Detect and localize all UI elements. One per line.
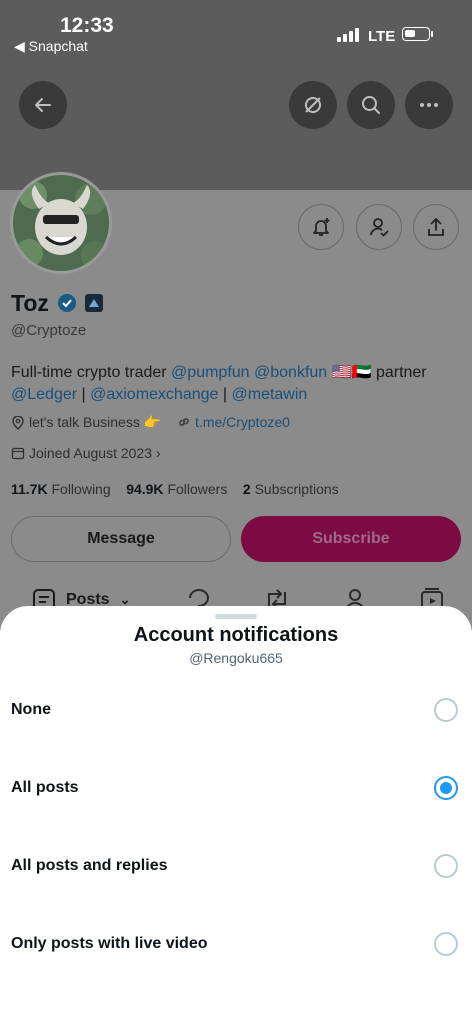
more-icon (420, 103, 438, 107)
followers-link[interactable]: 94.9K Followers (126, 481, 227, 497)
back-to-snapchat[interactable]: ◀ Snapchat (14, 38, 88, 55)
bio-mention-axiomexchange[interactable]: @axiomexchange (90, 386, 218, 403)
network-label: LTE (368, 28, 396, 45)
option-label: Only posts with live video (11, 935, 208, 952)
profile-location: let's talk Business 👉 (11, 414, 161, 431)
bio-separator: | (77, 386, 91, 403)
option-none[interactable]: None (0, 671, 472, 749)
profile-bio: Full-time crypto trader @pumpfun @bonkfu… (11, 362, 461, 406)
profile-stats: 11.7K Following 94.9K Followers 2 Subscr… (11, 481, 339, 497)
profile-joined[interactable]: Joined August 2023 › (11, 445, 161, 461)
following-link[interactable]: 11.7K Following (11, 481, 111, 497)
option-label: None (11, 701, 51, 718)
radio-unselected-icon[interactable] (434, 854, 458, 878)
follow-status-button[interactable] (356, 204, 402, 250)
bio-flags: 🇺🇸🇦🇪 partner (327, 364, 427, 381)
arrow-left-icon (35, 98, 51, 112)
display-name: Toz (11, 290, 49, 316)
sheet-grabber[interactable] (215, 614, 257, 619)
option-all-posts-and-replies[interactable]: All posts and replies (0, 827, 472, 905)
website-link[interactable]: t.me/Cryptoze0 (195, 414, 290, 430)
more-button[interactable] (405, 81, 453, 129)
followers-count: 94.9K (126, 481, 164, 497)
subscriptions-count: 2 (242, 481, 251, 497)
search-icon (362, 96, 380, 114)
avatar-image (13, 175, 109, 271)
sheet-title: Account notifications (133, 624, 339, 646)
avatar[interactable] (10, 172, 112, 274)
subscriptions-link[interactable]: 2 Subscriptions (243, 481, 339, 497)
option-all-posts[interactable]: All posts (0, 749, 472, 827)
subscribe-button[interactable]: Subscribe (241, 516, 461, 562)
bio-mention-pumpfun[interactable]: @pumpfun (171, 364, 250, 381)
bio-separator: | (218, 386, 232, 403)
verified-badge-icon[interactable] (57, 293, 77, 313)
profile-handle: @Cryptoze (11, 322, 87, 339)
share-button[interactable] (413, 204, 459, 250)
subscriptions-label: Subscriptions (254, 481, 339, 497)
option-label: All posts (11, 779, 79, 796)
radio-unselected-icon[interactable] (434, 698, 458, 722)
affiliate-badge-icon[interactable] (84, 293, 104, 313)
status-time: 12:33 (60, 14, 114, 37)
battery-tip (431, 31, 433, 37)
grok-icon (305, 97, 321, 113)
location-pin-icon (12, 415, 24, 430)
option-label: All posts and replies (11, 857, 168, 874)
option-live-video[interactable]: Only posts with live video (0, 905, 472, 983)
joined-text: Joined August 2023 (29, 445, 152, 461)
search-button[interactable] (347, 81, 395, 129)
message-button[interactable]: Message (11, 516, 231, 562)
share-icon (428, 218, 444, 236)
notifications-button[interactable] (298, 204, 344, 250)
radio-selected-icon[interactable] (434, 776, 458, 800)
sheet-subtitle: @Rengoku665 (189, 650, 283, 666)
back-button[interactable] (19, 81, 67, 129)
link-icon (179, 418, 189, 426)
radio-unselected-icon[interactable] (434, 932, 458, 956)
bio-text: Full-time crypto trader (11, 364, 172, 381)
following-label: Following (51, 481, 111, 497)
following-count: 11.7K (11, 481, 48, 497)
chevron-right-icon: › (156, 445, 161, 461)
battery-icon (402, 27, 430, 41)
grok-button[interactable] (289, 81, 337, 129)
bio-mention-metawin[interactable]: @metawin (231, 386, 307, 403)
followers-label: Followers (167, 481, 228, 497)
profile-website[interactable]: t.me/Cryptoze0 (177, 414, 290, 430)
user-check-icon (370, 218, 389, 237)
bio-mention-bonkfun[interactable]: @bonkfun (254, 364, 327, 381)
signal-icon (337, 28, 359, 42)
bio-mention-ledger[interactable]: @Ledger (11, 386, 77, 403)
location-text: let's talk Business 👉 (29, 414, 162, 430)
profile-name: Toz (11, 290, 104, 317)
calendar-icon (11, 447, 25, 460)
bell-plus-icon (313, 218, 330, 236)
